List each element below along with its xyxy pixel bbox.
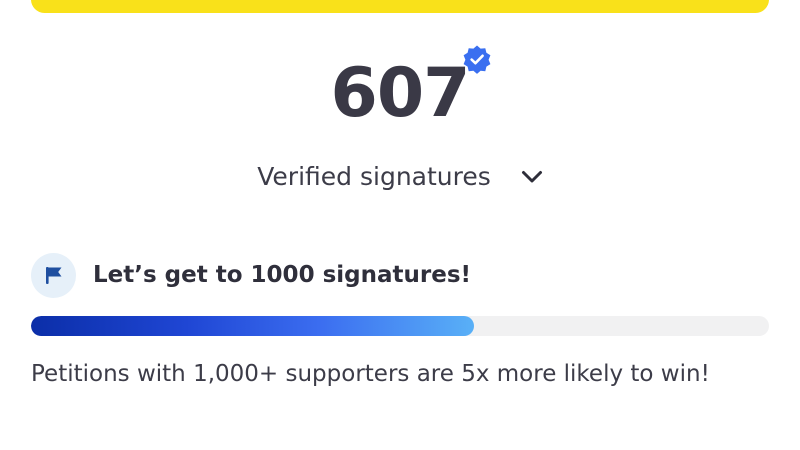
verified-check-badge-icon: [463, 45, 491, 74]
chevron-down-icon: [521, 171, 542, 183]
verified-signatures-dropdown[interactable]: Verified signatures: [0, 158, 800, 195]
signature-count-row: 607: [0, 52, 800, 136]
signature-progress-fill: [31, 316, 474, 336]
signature-progress-bar: [31, 316, 769, 336]
flag-icon-circle: [31, 253, 76, 298]
milestone-hint: Petitions with 1,000+ supporters are 5x …: [31, 361, 710, 387]
verified-signatures-label: Verified signatures: [257, 162, 491, 191]
top-yellow-bar: [31, 0, 769, 13]
petition-signatures-panel: 607 Verified signatures Let’s get to 100…: [0, 0, 800, 450]
milestone-title: Let’s get to 1000 signatures!: [93, 262, 471, 288]
signature-count: 607: [330, 54, 471, 133]
flag-icon: [46, 267, 62, 284]
